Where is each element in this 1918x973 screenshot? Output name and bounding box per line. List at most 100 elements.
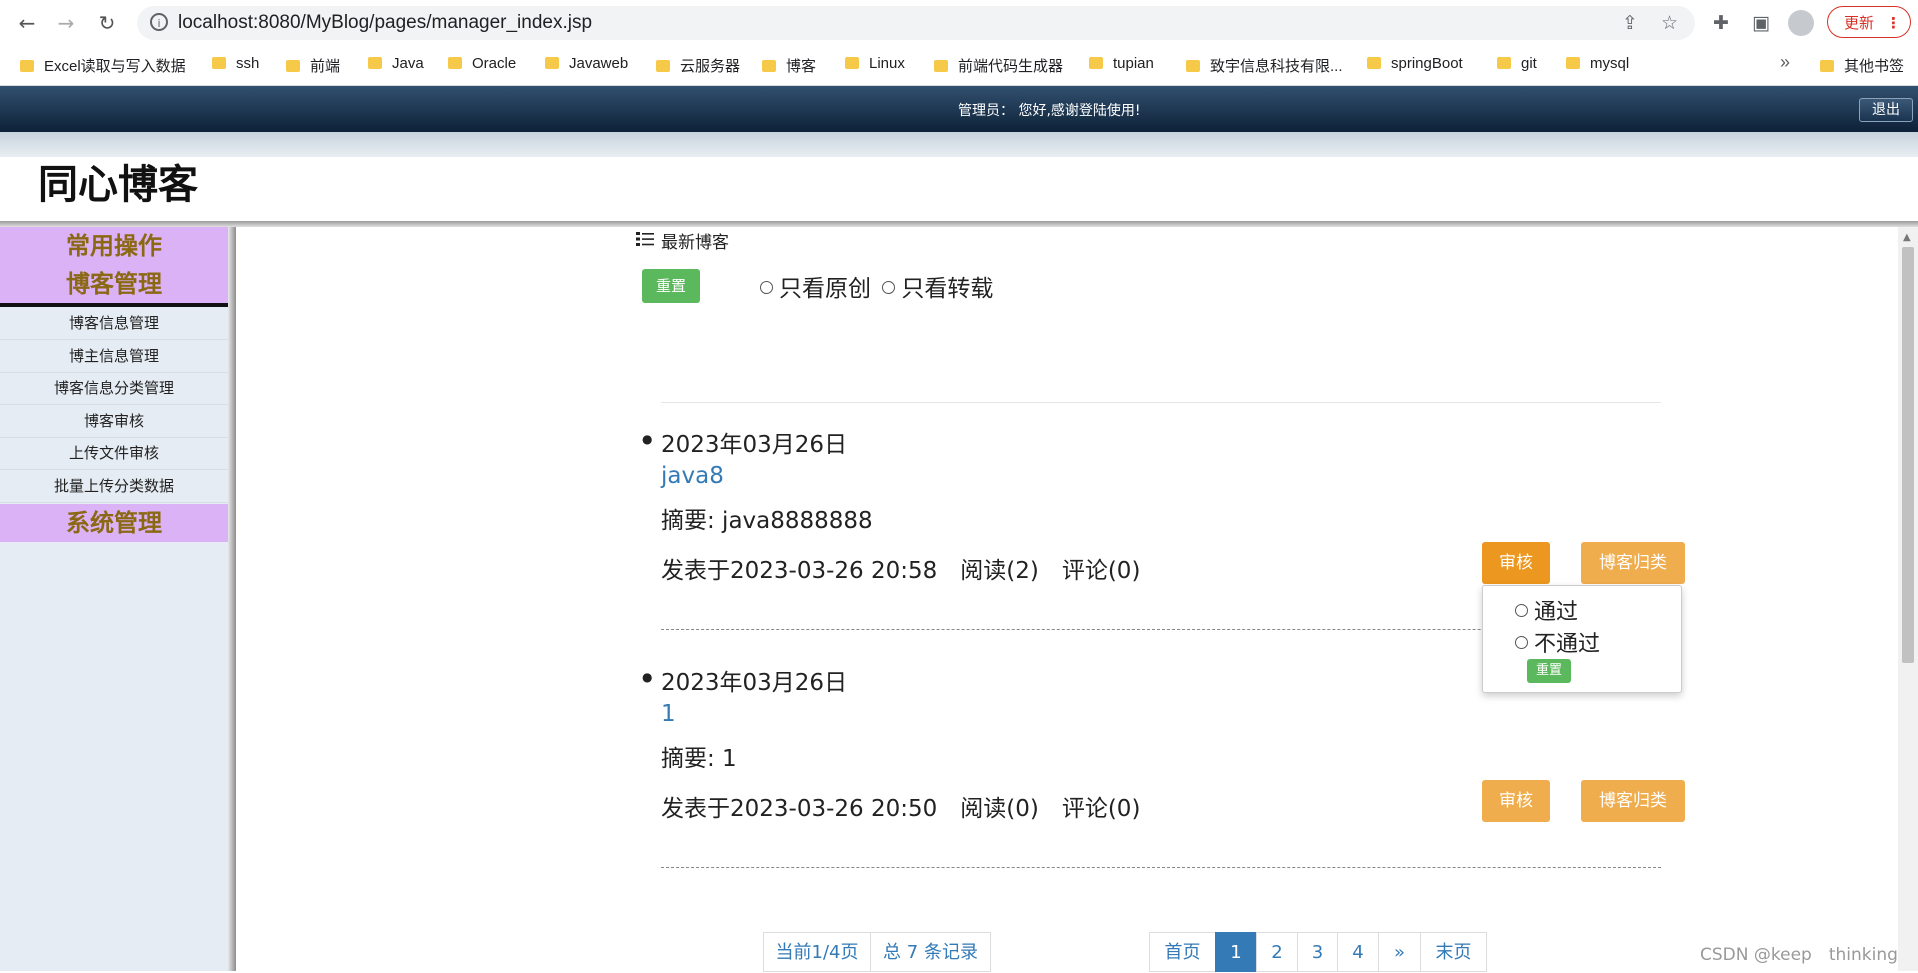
audit-option-pass[interactable]: 通过	[1515, 594, 1578, 626]
page-2[interactable]: 2	[1256, 932, 1298, 972]
folder-icon	[1089, 57, 1103, 69]
divider	[661, 867, 1661, 868]
folder-icon	[1566, 57, 1580, 69]
bookmarks-bar: Excel读取与写入数据 ssh 前端 Java Oracle Javaweb …	[0, 47, 1918, 86]
folder-icon	[1186, 60, 1200, 72]
audit-button[interactable]: 审核	[1482, 780, 1550, 822]
scroll-up-icon[interactable]: ▲	[1903, 232, 1911, 243]
sidebar-group-blog: 博客管理	[66, 270, 162, 298]
frame-splitter[interactable]	[228, 227, 236, 971]
sidebar-item-file-audit[interactable]: 上传文件审核	[0, 437, 228, 470]
extensions-icon[interactable]: ✚	[1713, 12, 1729, 34]
page-last[interactable]: 末页	[1420, 932, 1487, 972]
sidebar-item-blog-info[interactable]: 博客信息管理	[0, 307, 228, 340]
other-bookmarks[interactable]: 其他书签	[1820, 55, 1904, 77]
sidebar-group-common: 常用操作	[66, 232, 162, 260]
bookmark-item[interactable]: 致宇信息科技有限...	[1186, 55, 1343, 77]
sidebar-group-header[interactable]: 常用操作 博客管理	[0, 227, 228, 307]
filter-group: 只看原创 只看转载	[760, 269, 993, 303]
radio-reject[interactable]	[1515, 636, 1528, 649]
page-first[interactable]: 首页	[1149, 932, 1216, 972]
sidebar-item-blog-category[interactable]: 博客信息分类管理	[0, 372, 228, 405]
bookmark-label: git	[1521, 55, 1537, 72]
url-text[interactable]: localhost:8080/MyBlog/pages/manager_inde…	[178, 12, 592, 34]
post-meta: 发表于2023-03-26 20:50 阅读(0) 评论(0)	[661, 796, 1141, 822]
folder-icon	[656, 60, 670, 72]
bookmark-item[interactable]: Oracle	[448, 55, 516, 77]
bookmark-label: springBoot	[1391, 55, 1463, 72]
bookmark-item[interactable]: 前端	[286, 55, 340, 77]
bookmark-label: Javaweb	[569, 55, 629, 72]
sidebar-group-system[interactable]: 系统管理	[0, 504, 228, 542]
welcome-text: 管理员： 您好,感谢登陆使用!	[958, 103, 1141, 119]
bookmark-item[interactable]: springBoot	[1367, 55, 1463, 77]
list-title: 最新博客	[661, 233, 729, 253]
radio-pass[interactable]	[1515, 604, 1528, 617]
sidebar-item-batch-upload[interactable]: 批量上传分类数据	[0, 470, 228, 503]
bookmark-item[interactable]: Javaweb	[545, 55, 628, 77]
bookmark-label: ssh	[236, 55, 260, 72]
folder-icon	[762, 60, 776, 72]
watermark: CSDN @keep thinking	[1700, 945, 1898, 965]
profile-avatar[interactable]	[1788, 10, 1814, 36]
logout-button[interactable]: 退出	[1859, 98, 1913, 122]
audit-popup: 通过 不通过 重置	[1482, 585, 1682, 693]
audit-button[interactable]: 审核	[1482, 542, 1550, 584]
folder-icon	[1497, 57, 1511, 69]
folder-icon	[286, 60, 300, 72]
star-icon[interactable]: ☆	[1661, 12, 1678, 34]
audit-option-reject[interactable]: 不通过	[1515, 626, 1600, 658]
update-label: 更新	[1844, 14, 1875, 32]
post-title-link[interactable]: 1	[661, 701, 676, 727]
scroll-thumb[interactable]	[1902, 247, 1914, 663]
page-1[interactable]: 1	[1215, 932, 1257, 972]
bookmark-label: Oracle	[472, 55, 517, 72]
reload-icon[interactable]: ↻	[93, 10, 121, 36]
reset-button[interactable]: 重置	[642, 269, 700, 303]
folder-icon	[845, 57, 859, 69]
page-next[interactable]: »	[1378, 932, 1421, 972]
site-info-icon[interactable]: i	[150, 13, 168, 31]
sub-banner	[0, 132, 1918, 157]
folder-icon	[212, 57, 226, 69]
post-date: 2023年03月26日	[661, 432, 848, 458]
categorize-button[interactable]: 博客归类	[1581, 780, 1685, 822]
filter-repost-label: 只看转载	[901, 276, 994, 302]
bookmark-label: 前端代码生成器	[958, 58, 1064, 75]
share-icon[interactable]: ⇪	[1622, 12, 1638, 34]
update-button[interactable]: 更新 ⋮	[1827, 6, 1911, 38]
bookmark-label: mysql	[1590, 55, 1630, 72]
radio-repost[interactable]	[882, 281, 896, 294]
bookmark-item[interactable]: 前端代码生成器	[934, 55, 1063, 77]
bookmark-item[interactable]: tupian	[1089, 55, 1154, 77]
bookmark-item[interactable]: Java	[368, 55, 424, 77]
sidebar-item-blog-audit[interactable]: 博客审核	[0, 405, 228, 438]
bullet: ●	[642, 432, 653, 446]
bookmark-item[interactable]: 云服务器	[656, 55, 740, 77]
bookmark-item[interactable]: ssh	[212, 55, 259, 77]
folder-icon	[448, 57, 462, 69]
bookmark-item[interactable]: Linux	[845, 55, 905, 77]
bookmark-item[interactable]: git	[1497, 55, 1537, 77]
sidepanel-icon[interactable]: ▣	[1752, 12, 1770, 34]
folder-icon	[545, 57, 559, 69]
radio-original[interactable]	[760, 281, 773, 294]
folder-icon	[1820, 60, 1834, 72]
back-icon[interactable]: ←	[13, 10, 41, 36]
post-title-link[interactable]: java8	[661, 463, 724, 489]
bookmark-label: Linux	[869, 55, 905, 72]
bookmark-item[interactable]: 博客	[762, 55, 816, 77]
site-title: 同心博客	[38, 162, 198, 208]
popup-reset-button[interactable]: 重置	[1527, 659, 1571, 683]
page-4[interactable]: 4	[1337, 932, 1379, 972]
bullet: ●	[642, 670, 653, 684]
post-abstract: 摘要: 1	[661, 746, 737, 772]
divider	[661, 402, 1661, 403]
categorize-button[interactable]: 博客归类	[1581, 542, 1685, 584]
more-bookmarks-icon[interactable]: »	[1780, 52, 1790, 74]
sidebar-item-blogger-info[interactable]: 博主信息管理	[0, 340, 228, 373]
forward-icon[interactable]: →	[52, 10, 80, 36]
page-3[interactable]: 3	[1297, 932, 1338, 972]
bookmark-item[interactable]: mysql	[1566, 55, 1629, 77]
bookmark-item[interactable]: Excel读取与写入数据	[20, 55, 186, 77]
